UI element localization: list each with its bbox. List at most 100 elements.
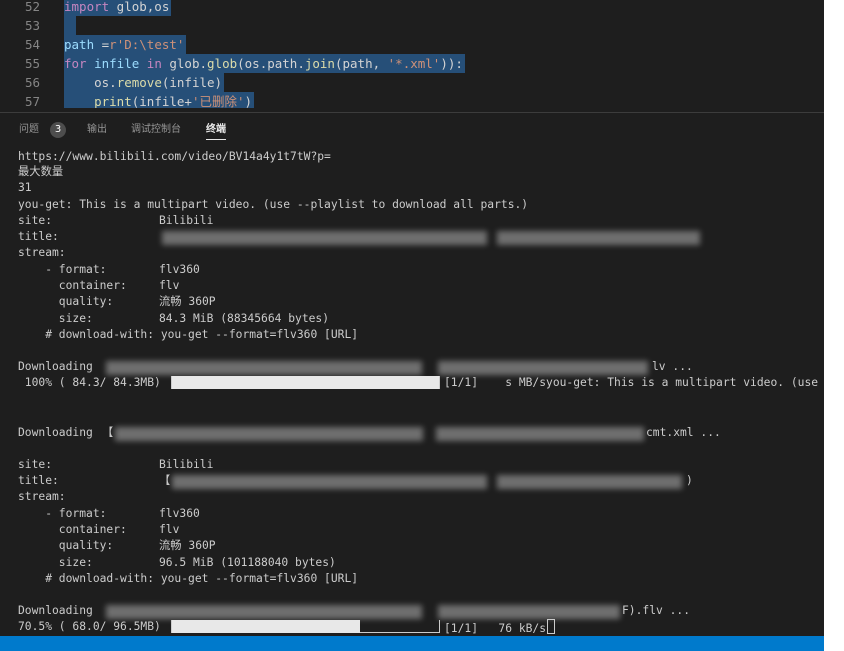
code-token: import [64,0,110,14]
vscode-window: 52 import glob,os 53 54 path =r'D:\test'… [0,0,824,651]
code-text: path =r'D:\test' [64,35,187,54]
tab-output[interactable]: 输出 [87,123,107,137]
code-token: (os.path. [237,56,305,71]
downloading-label: Downloading [18,426,93,439]
terminal-cursor [547,619,556,634]
code-text: print(infile+'已删除') [64,92,255,108]
title-tail: ) [686,474,693,487]
code-editor[interactable]: 52 import glob,os 53 54 path =r'D:\test'… [0,0,824,108]
code-token: in [146,56,162,71]
container-label: container: [18,279,127,292]
redacted-title [172,475,487,489]
line-number: 55 [24,56,40,71]
line-number: 57 [24,94,40,108]
progress-bar-remaining [360,632,439,633]
status-bar [0,636,824,651]
site-value: Bilibili [159,214,214,227]
title-bracket: 【 [159,474,171,487]
tab-problems[interactable]: 问题 [19,123,39,137]
download-with-line: # download-with: you-get --format=flv360… [18,328,359,341]
code-token: r'D:\test' [109,37,185,52]
title-bracket: 【 [102,426,114,439]
code-token: print [94,94,132,108]
code-line-53: 53 [0,16,824,35]
progress-tail: [1/1] 76 kB/s [444,619,556,635]
terminal-url-line: https://www.bilibili.com/video/BV14a4y1t… [18,150,331,163]
quality-value: 流畅 360P [159,295,216,308]
terminal-input-line: 31 [18,181,32,194]
container-value: flv [159,279,180,292]
code-token: = [94,37,110,52]
stream-label: stream: [18,246,66,259]
redacted-filename [436,427,644,441]
panel-tab-bar: 问题 3 输出 调试控制台 终端 [0,112,824,145]
size-label: size: [18,312,93,325]
danmaku-tail: cmt.xml ... [646,426,721,439]
size-value: 96.5 MiB (101188040 bytes) [159,556,336,569]
line-number: 53 [24,18,40,33]
quality-label: quality: [18,539,114,552]
downloading-label: Downloading [18,604,93,617]
code-token: (infile+ [131,94,192,108]
problems-count-badge: 3 [50,122,66,138]
progress-tail: [1/1] s MB/syou-get: This is a multipart… [444,376,824,389]
progress-bar [171,376,440,389]
code-token: os. [64,75,117,90]
format-label: - format: [18,507,107,520]
size-label: size: [18,556,93,569]
code-line-52: 52 import glob,os [0,0,824,16]
redacted-filename [106,605,422,619]
progress-bar [171,620,440,633]
downloading-tail: lv ... [652,360,693,373]
redacted-title [497,231,700,245]
code-token: '已删除' [191,94,245,108]
site-label: site: [18,458,53,471]
tab-terminal[interactable]: 终端 [206,123,226,140]
line-number: 54 [24,37,40,52]
progress-tail-text: [1/1] 76 kB/s [444,622,547,635]
size-value: 84.3 MiB (88345664 bytes) [159,312,330,325]
format-value: flv360 [159,263,200,276]
code-text: for infile in glob.glob(os.path.join(pat… [64,54,465,73]
code-line-57: 57 print(infile+'已删除') [0,92,824,108]
quality-label: quality: [18,295,114,308]
downloading-tail: F).flv ... [622,604,691,617]
redacted-filename [115,427,423,441]
code-token: (path, [334,56,388,71]
container-label: container: [18,523,127,536]
code-token: )): [440,56,463,71]
tab-debug-console[interactable]: 调试控制台 [131,123,181,137]
code-token: '*.xml' [387,56,441,71]
progress-bar-fill [172,376,439,389]
container-value: flv [159,523,180,536]
title-label: title: [18,230,59,243]
code-token: path [64,37,95,52]
redacted-filename [438,361,648,375]
code-text: import glob,os [64,0,172,16]
code-token: infile [86,56,147,71]
progress-text: 100% ( 84.3/ 84.3MB) [18,376,161,389]
code-token: join [304,56,335,71]
redacted-title [162,231,487,245]
terminal-multipart-note: you-get: This is a multipart video. (use… [18,198,529,211]
redacted-filename [438,605,620,619]
title-label: title: [18,474,59,487]
format-label: - format: [18,263,107,276]
code-text [64,16,76,35]
redacted-title [497,475,682,489]
code-token: glob,os [109,0,170,14]
format-value: flv360 [159,507,200,520]
code-token: glob. [161,56,208,71]
download-with-line: # download-with: you-get --format=flv360… [18,572,359,585]
code-token: ) [244,94,253,108]
progress-text: 70.5% ( 68.0/ 96.5MB) [18,620,161,633]
code-line-56: 56 os.remove(infile) [0,73,824,92]
line-number: 52 [24,0,40,14]
stream-label: stream: [18,490,66,503]
code-token: for [64,56,87,71]
progress-bar-fill [172,620,360,633]
downloading-label: Downloading [18,360,93,373]
terminal-prompt-line: 最大数量 [18,165,64,178]
terminal-output[interactable]: https://www.bilibili.com/video/BV14a4y1t… [0,145,824,636]
